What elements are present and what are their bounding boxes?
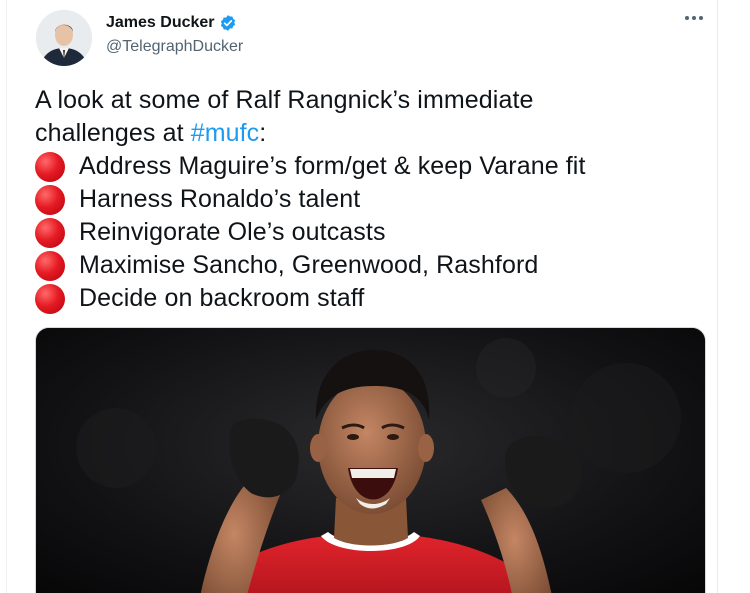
tweet-photo[interactable] — [35, 327, 706, 593]
red-circle-emoji-icon — [35, 250, 65, 281]
bullet-item: Address Maguire’s form/get & keep Varane… — [35, 150, 695, 183]
verified-badge-icon — [219, 14, 237, 32]
tweet-card[interactable]: James Ducker @TelegraphDucker A look at … — [6, 0, 718, 593]
hashtag-link[interactable]: #mufc — [191, 119, 260, 147]
bullet-text: Address Maguire’s form/get & keep Varane… — [79, 152, 586, 180]
author-name[interactable]: James Ducker — [106, 14, 215, 32]
author-handle[interactable]: @TelegraphDucker — [106, 38, 243, 56]
red-circle-emoji-icon — [35, 151, 65, 182]
tweet-text: A look at some of Ralf Rangnick’s immedi… — [35, 84, 695, 315]
bullet-item: Reinvigorate Ole’s outcasts — [35, 216, 695, 249]
bullet-text: Harness Ronaldo’s talent — [79, 185, 361, 213]
more-options-icon[interactable] — [679, 6, 709, 30]
celebrating-player-image — [36, 328, 705, 593]
author-avatar[interactable] — [36, 10, 92, 66]
tweet-text-line2-suffix: : — [259, 119, 267, 147]
bullet-item: Harness Ronaldo’s talent — [35, 183, 695, 216]
bullet-item: Decide on backroom staff — [35, 282, 695, 315]
red-circle-emoji-icon — [35, 217, 65, 248]
bullet-text: Maximise Sancho, Greenwood, Rashford — [79, 251, 539, 279]
author-name-row[interactable]: James Ducker — [106, 14, 237, 32]
tweet-text-line: A look at some of Ralf Rangnick’s immedi… — [35, 84, 695, 117]
tweet-text-line2-prefix: challenges at — [35, 119, 191, 147]
bullet-text: Reinvigorate Ole’s outcasts — [79, 218, 386, 246]
bullet-item: Maximise Sancho, Greenwood, Rashford — [35, 249, 695, 282]
red-circle-emoji-icon — [35, 283, 65, 314]
red-circle-emoji-icon — [35, 184, 65, 215]
avatar-photo — [36, 10, 92, 66]
tweet-text-line1: A look at some of Ralf Rangnick’s immedi… — [35, 86, 534, 114]
tweet-text-line: challenges at #mufc: — [35, 117, 695, 150]
bullet-text: Decide on backroom staff — [79, 284, 365, 312]
